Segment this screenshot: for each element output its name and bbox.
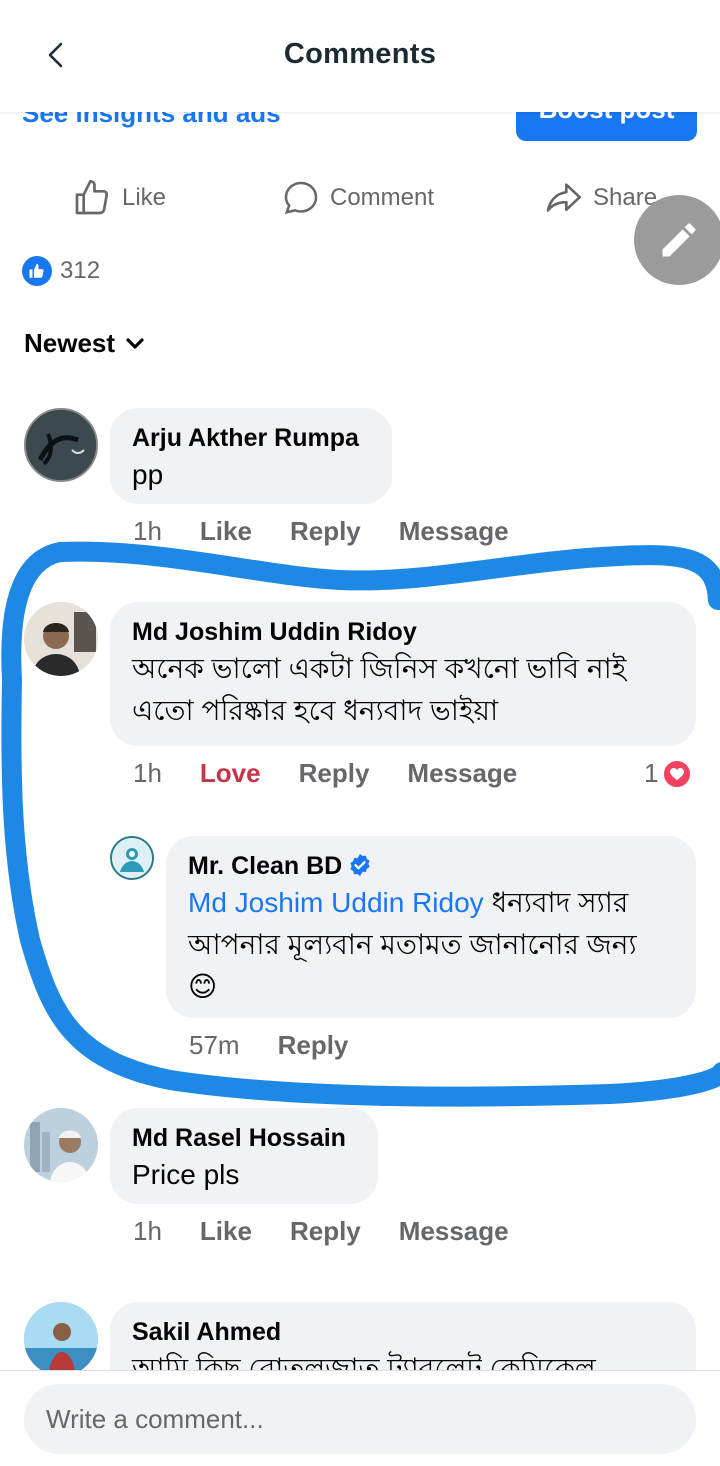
comment-text: pp xyxy=(132,459,164,490)
reply-link[interactable]: Reply xyxy=(278,1030,349,1061)
comment-author[interactable]: Md Rasel Hossain xyxy=(132,1122,356,1154)
comment-time: 1h xyxy=(133,758,162,788)
comment-time: 1h xyxy=(133,1216,162,1246)
share-icon xyxy=(546,183,581,212)
like-reaction-icon xyxy=(22,256,52,286)
thumbs-up-icon xyxy=(75,180,109,215)
love-reaction-icon xyxy=(662,758,693,789)
comment-composer xyxy=(0,1370,720,1466)
edit-button[interactable] xyxy=(634,195,720,285)
comment-reaction-count[interactable]: 1 xyxy=(644,758,693,789)
comment-time: 1h xyxy=(133,516,162,546)
comment-actions: 1h Like Reply Message xyxy=(133,1216,509,1247)
verified-badge-icon xyxy=(350,854,370,876)
app-header: Comments xyxy=(0,0,720,112)
avatar[interactable] xyxy=(24,1302,98,1376)
comment-author[interactable]: Md Joshim Uddin Ridoy xyxy=(132,616,674,648)
reply-actions: 57m Reply xyxy=(189,1030,348,1061)
comment-author[interactable]: Arju Akther Rumpa xyxy=(132,422,370,454)
reply-link[interactable]: Reply xyxy=(299,758,370,789)
smile-emoji: 😊 xyxy=(188,970,218,1003)
comment-action[interactable]: Comment xyxy=(282,176,440,220)
comment-actions: 1h Love Reply Message xyxy=(133,758,517,789)
comment-bubble[interactable]: Arju Akther Rumpa pp xyxy=(110,408,392,504)
reply-bubble[interactable]: Mr. Clean BD Md Joshim Uddin Ridoy ধন্যব… xyxy=(166,836,696,1018)
reaction-summary[interactable]: 312 xyxy=(22,256,100,286)
comment-bubble[interactable]: Md Joshim Uddin Ridoy অনেক ভালো একটা জিন… xyxy=(110,602,696,746)
reply-text: Md Joshim Uddin Ridoy ধন্যবাদ স্যার আপনা… xyxy=(188,887,637,1003)
comment-text: অনেক ভালো একটা জিনিস কখনো ভাবি নাই এতো প… xyxy=(132,653,627,726)
reply-time: 57m xyxy=(189,1030,240,1060)
share-action[interactable]: Share xyxy=(543,176,657,220)
reply-author[interactable]: Mr. Clean BD xyxy=(188,850,674,882)
avatar[interactable] xyxy=(24,602,98,676)
avatar[interactable] xyxy=(24,1108,98,1182)
mention-link[interactable]: Md Joshim Uddin Ridoy xyxy=(188,887,484,918)
like-link[interactable]: Like xyxy=(200,1216,252,1247)
comment-actions: 1h Like Reply Message xyxy=(133,516,509,547)
message-link[interactable]: Message xyxy=(399,516,509,547)
pencil-icon xyxy=(662,223,696,257)
reply-link[interactable]: Reply xyxy=(290,1216,361,1247)
sort-dropdown[interactable]: Newest xyxy=(24,328,145,359)
avatar[interactable] xyxy=(110,836,154,880)
page-title: Comments xyxy=(283,38,437,70)
like-action[interactable]: Like xyxy=(72,176,166,220)
comment-text: Price pls xyxy=(132,1159,240,1190)
comment-bubble[interactable]: Md Rasel Hossain Price pls xyxy=(110,1108,378,1204)
comment-input[interactable] xyxy=(24,1384,696,1454)
post-action-row: Like Comment Share xyxy=(0,170,720,230)
love-link[interactable]: Love xyxy=(200,758,261,789)
comment-label: Comment xyxy=(330,184,435,211)
like-link[interactable]: Like xyxy=(200,516,252,547)
chevron-down-icon xyxy=(126,337,144,349)
reaction-count: 312 xyxy=(60,257,101,284)
comment-author[interactable]: Sakil Ahmed xyxy=(132,1316,674,1348)
reaction-number: 1 xyxy=(644,758,659,788)
comment-icon xyxy=(284,181,318,214)
avatar[interactable] xyxy=(24,408,98,482)
reply-link[interactable]: Reply xyxy=(290,516,361,547)
like-label: Like xyxy=(122,184,167,211)
message-link[interactable]: Message xyxy=(399,1216,509,1247)
sort-label: Newest xyxy=(24,328,116,358)
message-link[interactable]: Message xyxy=(407,758,517,789)
